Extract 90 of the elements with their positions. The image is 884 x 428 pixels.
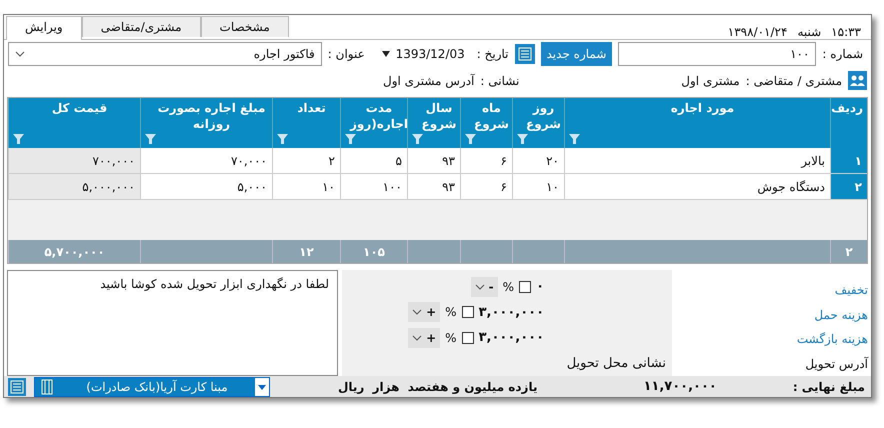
new-number-button[interactable]: شماره جدید [540, 42, 612, 66]
table-cell: ۵,۰۰۰,۰۰۰ [8, 174, 140, 200]
percent-checkbox[interactable] [519, 280, 532, 293]
title-dropdown[interactable]: فاکتور اجاره [8, 42, 322, 66]
percent-sign: % [502, 280, 514, 294]
chevron-down-icon[interactable] [412, 334, 422, 341]
notes-box[interactable]: لطفا در نگهداری ابزار تحویل شده کوشا باشید [7, 270, 338, 376]
delivery-address: نشانی محل تحویل [566, 356, 666, 371]
filter-icon[interactable] [465, 134, 476, 144]
filter-icon[interactable] [517, 134, 528, 144]
filter-icon[interactable] [412, 134, 423, 144]
percent-checkbox[interactable] [462, 306, 474, 318]
table-cell: ۹۳ [407, 174, 460, 200]
column-header[interactable]: مدت اجاره(روز [340, 98, 407, 148]
total-cell [407, 240, 460, 264]
table-cell: ۵,۰۰۰ [140, 174, 272, 200]
table-cell: ۱۰ [512, 174, 564, 200]
tab[interactable]: مشخصات [200, 16, 289, 37]
chevron-down-icon[interactable] [412, 309, 422, 316]
charge-label[interactable]: تخفیف [834, 283, 868, 298]
filter-icon[interactable] [145, 134, 156, 144]
table-cell: ۱ [830, 148, 867, 174]
percent-sign: % [445, 330, 457, 345]
amount-value: ۰ [536, 279, 544, 294]
number-label: شماره : [822, 47, 863, 62]
total-cell: ۵,۷۰۰,۰۰۰ [8, 240, 140, 264]
table-cell: ۶ [460, 174, 512, 200]
filter-icon[interactable] [13, 134, 24, 144]
list-icon [518, 47, 532, 62]
table-cell: ۱۰۰ [340, 174, 407, 200]
tab[interactable]: مشتری/متقاضی [82, 16, 201, 37]
column-header[interactable]: ردیف [830, 98, 867, 148]
filter-icon[interactable] [569, 134, 580, 144]
table-cell: ۱۰ [272, 174, 340, 200]
number-field[interactable]: ۱۰۰ [618, 42, 816, 66]
sign-dropdown[interactable]: - [470, 276, 498, 297]
charge-label[interactable]: هزینه بازگشت [796, 332, 868, 346]
delivery-label: آدرس تحویل [805, 356, 868, 371]
column-header[interactable]: قیمت کل [8, 98, 140, 148]
column-header[interactable]: ماه شروع [460, 98, 512, 148]
title-label: عنوان : [328, 47, 365, 62]
final-amount: ۱۱,۷۰۰,۰۰۰ [643, 379, 717, 394]
column-header[interactable]: تعداد [272, 98, 340, 148]
customer-name: مشتری اول [681, 74, 740, 88]
list-icon [10, 380, 24, 394]
column-header[interactable]: سال شروع [407, 98, 460, 148]
chevron-down-icon[interactable] [474, 284, 485, 290]
total-cell: ۲ [830, 240, 867, 264]
table-cell: ۶ [460, 148, 512, 174]
column-header[interactable]: مورد اجاره [564, 98, 830, 148]
percent-sign: % [445, 305, 457, 320]
final-amount-label: مبلغ نهایی : [792, 380, 865, 394]
amount-value: ۳,۰۰۰,۰۰۰ [478, 330, 544, 346]
amount-in-words: یازده میلیون و هفتصد هزار ریال [338, 380, 538, 394]
column-header[interactable]: روز شروع [512, 98, 564, 148]
people-icon [848, 71, 867, 90]
table-cell: ۷۰۰,۰۰۰ [8, 148, 140, 174]
total-cell [460, 240, 512, 264]
weekday: شنبه [797, 24, 822, 39]
table-cell: ۵ [340, 148, 407, 174]
sign-dropdown[interactable]: + [408, 328, 440, 348]
customer-label: مشتری / متقاضی : [746, 74, 842, 88]
tab[interactable]: ویرایش [6, 16, 82, 40]
filter-icon[interactable] [345, 134, 356, 144]
column-header[interactable]: مبلغ اجاره بصورت روزانه [140, 98, 272, 148]
table-cell: ۲۰ [512, 148, 564, 174]
charge-label[interactable]: هزینه حمل [814, 308, 868, 322]
clock-time: ۱۵:۳۳ [831, 24, 861, 39]
sign-dropdown[interactable]: + [408, 302, 440, 322]
table-cell: ۲ [830, 174, 867, 200]
address-label: نشانی : [480, 74, 520, 88]
list-button[interactable] [8, 378, 26, 396]
table-cell: بالابر [564, 148, 830, 174]
total-cell: ۱۲ [272, 240, 340, 264]
date-label: تاریخ : [476, 47, 508, 62]
customer-address: آدرس مشتری اول [383, 74, 474, 88]
table-cell: ۹۳ [407, 148, 460, 174]
table-cell: دستگاه جوش [564, 174, 830, 200]
payment-dropdown[interactable]: مبنا کارت آریا(بانک صادرات) [34, 376, 270, 397]
date-text: ۱۳۹۸/۰۱/۲۴ [728, 24, 788, 39]
table-cell: ۲ [272, 148, 340, 174]
total-cell [512, 240, 564, 264]
amount-value: ۳,۰۰۰,۰۰۰ [478, 304, 544, 320]
card-icon [41, 378, 53, 395]
total-cell: ۱۰۵ [340, 240, 407, 264]
percent-checkbox[interactable] [462, 332, 474, 344]
caret-icon[interactable] [382, 51, 390, 58]
filter-icon[interactable] [277, 134, 288, 144]
chevron-down-icon[interactable] [15, 51, 25, 58]
table-cell: ۷۰,۰۰۰ [140, 148, 272, 174]
